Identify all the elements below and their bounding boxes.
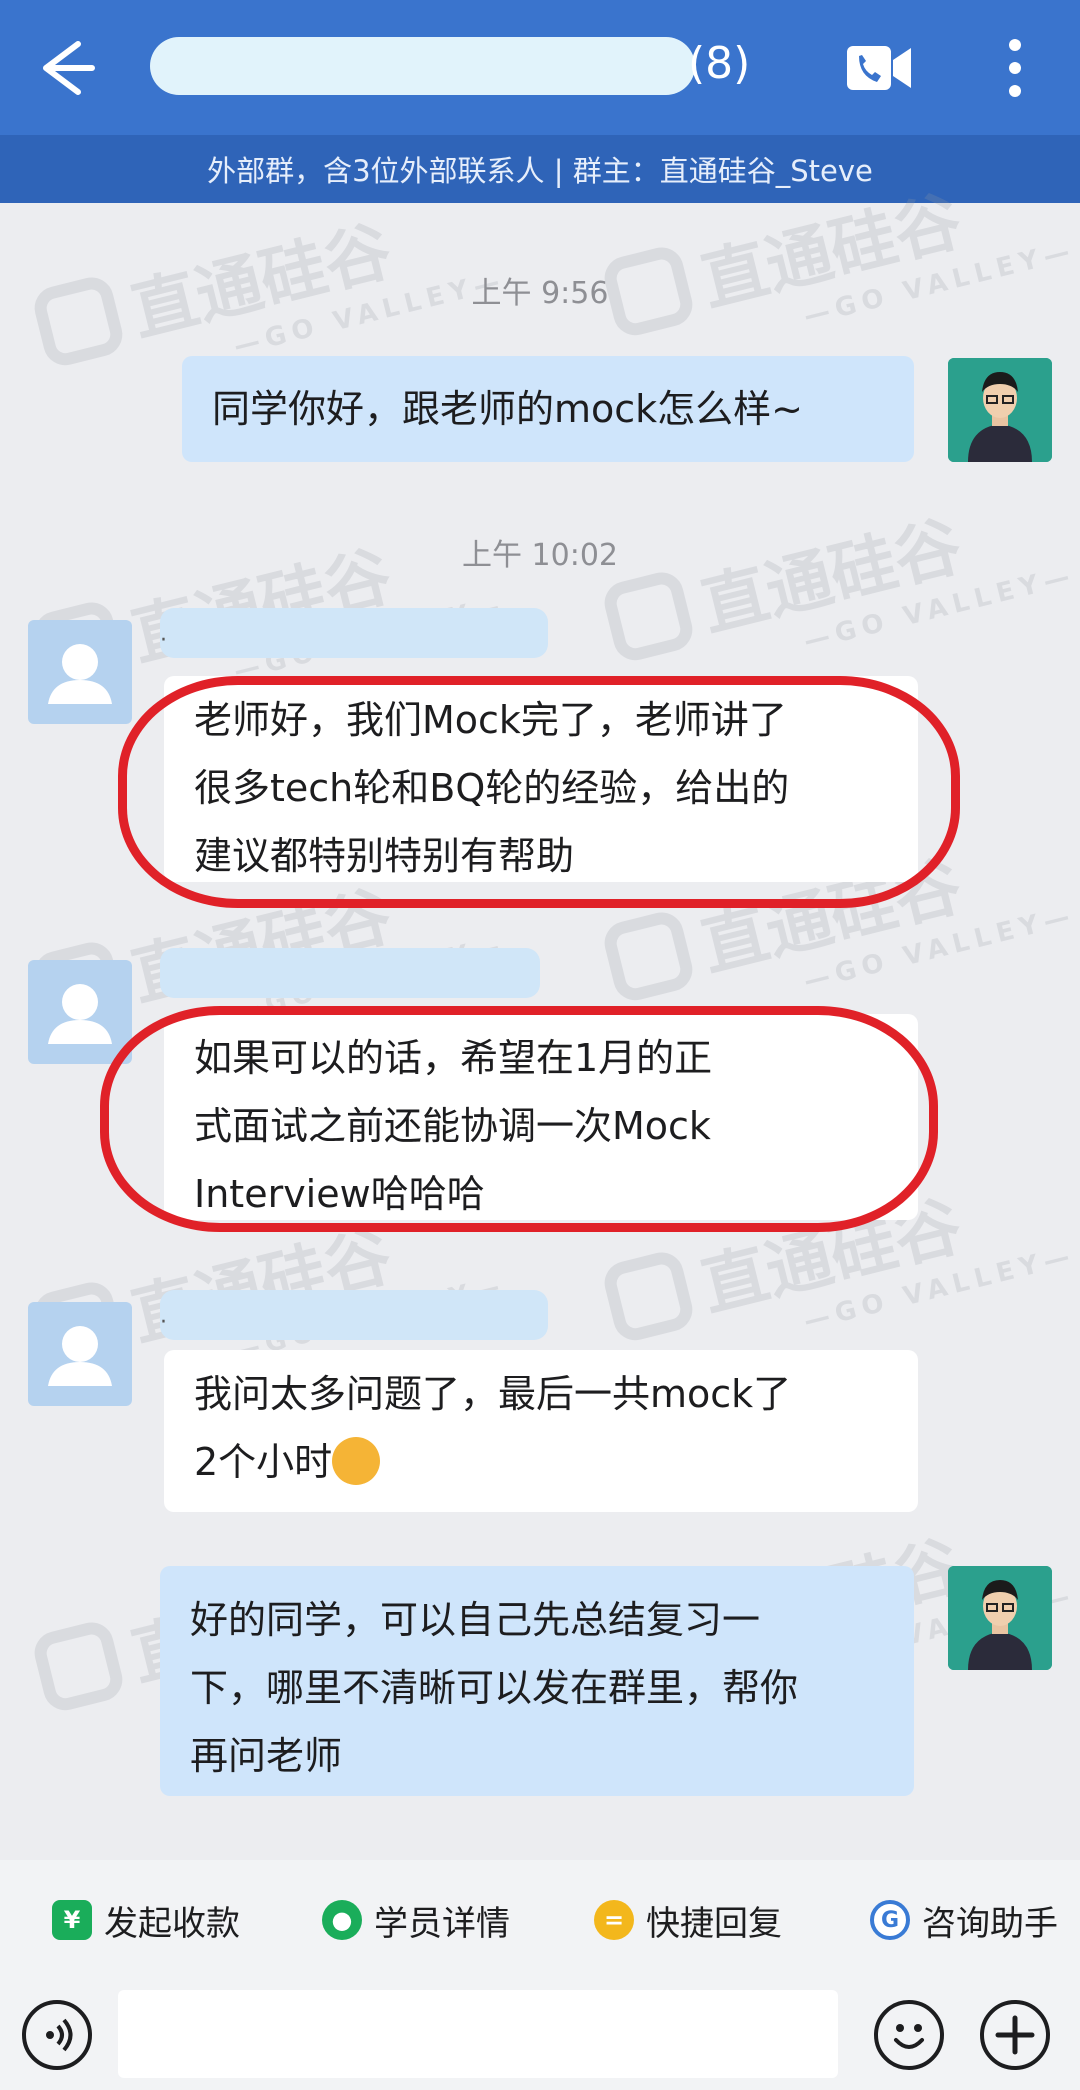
voice-button[interactable] (22, 2000, 92, 2070)
plus-icon (995, 2015, 1035, 2055)
message-line: 2个小时 (194, 1440, 333, 1484)
message-line: 好的同学，可以自己先总结复习一 (190, 1598, 761, 1642)
message-line: 老师好，我们Mock完了，老师讲了 (194, 698, 787, 742)
action-label: 学员详情 (374, 1903, 510, 1944)
action-label: 发起收款 (104, 1903, 240, 1944)
sender-name: · (160, 628, 167, 653)
avatar[interactable] (28, 620, 132, 724)
message-bubble-incoming[interactable]: 如果可以的话，希望在1月的正 式面试之前还能协调一次Mock Interview… (164, 1014, 918, 1220)
message-line: 如果可以的话，希望在1月的正 (194, 1036, 713, 1080)
member-count: (8) (688, 38, 751, 89)
message-line: 很多tech轮和BQ轮的经验，给出的 (194, 766, 790, 810)
laughing-crying-emoji-icon (332, 1436, 381, 1485)
person-avatar-icon (948, 1566, 1052, 1670)
group-info-bar[interactable]: 外部群，含3位外部联系人 | 群主：直通硅谷_Steve (0, 135, 1080, 203)
avatar[interactable] (28, 960, 132, 1064)
message-line: Interview哈哈哈 (194, 1172, 485, 1216)
sender-name: · (160, 1310, 167, 1335)
default-user-icon (48, 1326, 112, 1386)
contact-icon: ● (322, 1900, 362, 1940)
input-bar (0, 1980, 1080, 2090)
voice-icon (46, 2018, 73, 2052)
avatar[interactable] (28, 1302, 132, 1406)
payment-icon: ¥ (52, 1900, 92, 1940)
back-arrow-icon (43, 41, 95, 95)
sender-name-redacted (160, 1290, 548, 1340)
message-line: 建议都特别特别有帮助 (194, 834, 575, 878)
video-call-icon (847, 46, 911, 90)
action-assistant[interactable]: G 咨询助手 (870, 1880, 1058, 1960)
action-student-details[interactable]: ● 学员详情 (322, 1880, 510, 1960)
message-bubble-outgoing[interactable]: 同学你好，跟老师的mock怎么样~ (182, 356, 914, 462)
assistant-icon: G (870, 1900, 910, 1940)
sender-name-redacted (160, 608, 548, 658)
avatar[interactable] (948, 358, 1052, 462)
plus-button[interactable] (980, 2000, 1050, 2070)
message-bubble-incoming[interactable]: 我问太多问题了，最后一共mock了 2个小时 (164, 1350, 918, 1512)
action-label: 咨询助手 (922, 1903, 1058, 1944)
more-button[interactable] (995, 35, 1035, 101)
sender-name-redacted (160, 948, 540, 998)
video-call-button[interactable] (845, 40, 915, 96)
back-button[interactable] (28, 28, 108, 108)
message-line: 再问老师 (190, 1734, 343, 1778)
default-user-icon (48, 984, 112, 1044)
action-label: 快捷回复 (646, 1903, 782, 1944)
message-timestamp: 上午 10:02 (462, 538, 618, 573)
quick-action-bar: ¥ 发起收款 ● 学员详情 = 快捷回复 G 咨询助手 (0, 1860, 1080, 1980)
quick-reply-icon: = (594, 1900, 634, 1940)
default-user-icon (48, 644, 112, 704)
message-timestamp: 上午 9:56 (471, 276, 609, 311)
group-info-text: 外部群，含3位外部联系人 | 群主：直通硅谷_Steve (207, 154, 873, 188)
emoji-icon (894, 2024, 924, 2049)
action-payment[interactable]: ¥ 发起收款 (52, 1880, 240, 1960)
message-text: 同学你好，跟老师的mock怎么样~ (212, 387, 804, 431)
message-bubble-outgoing[interactable]: 好的同学，可以自己先总结复习一 下，哪里不清晰可以发在群里，帮你 再问老师 (160, 1566, 914, 1796)
group-name-redacted (150, 37, 695, 95)
emoji-button[interactable] (874, 2000, 944, 2070)
avatar[interactable] (948, 1566, 1052, 1670)
message-bubble-incoming[interactable]: 老师好，我们Mock完了，老师讲了 很多tech轮和BQ轮的经验，给出的 建议都… (164, 676, 918, 882)
message-line: 我问太多问题了，最后一共mock了 (194, 1372, 792, 1416)
chat-header: (8) (0, 0, 1080, 135)
message-line: 下，哪里不清晰可以发在群里，帮你 (190, 1666, 799, 1710)
action-quick-reply[interactable]: = 快捷回复 (594, 1880, 782, 1960)
more-vertical-icon (1009, 39, 1021, 97)
message-line: 式面试之前还能协调一次Mock (194, 1104, 711, 1148)
person-avatar-icon (948, 358, 1052, 462)
message-input[interactable] (118, 1990, 838, 2078)
